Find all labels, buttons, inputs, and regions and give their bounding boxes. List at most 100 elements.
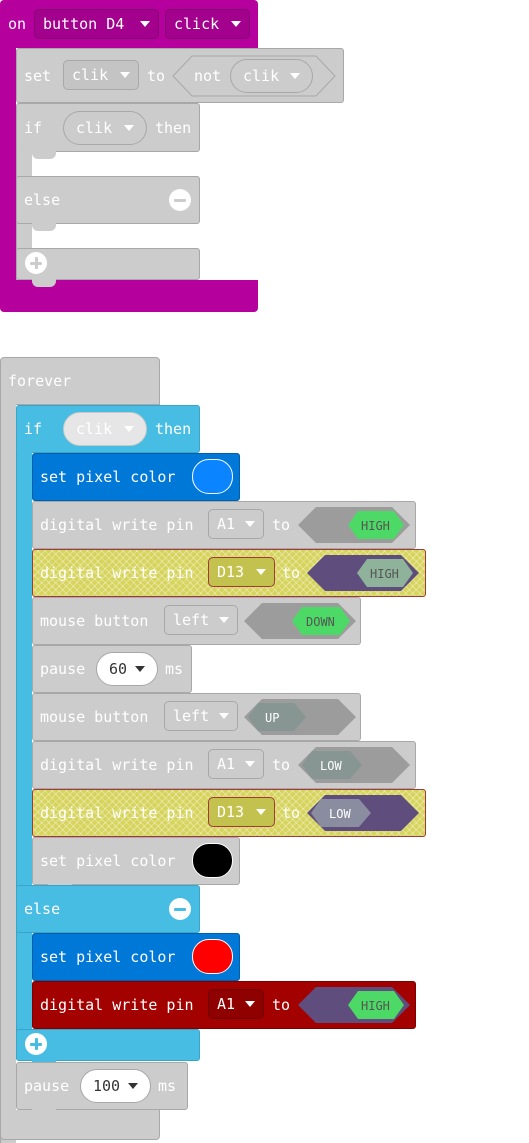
black-color-swatch[interactable] (192, 843, 233, 878)
digital-write-label: digital write pin (40, 756, 194, 774)
ms-label: ms (158, 1077, 177, 1095)
pause-duration-dropdown[interactable]: 60 (96, 652, 158, 686)
add-else-if-icon[interactable] (25, 1033, 47, 1055)
set-pixel-label: set pixel color (40, 468, 176, 486)
chevron-down-icon (290, 73, 300, 79)
forever-spine (0, 403, 16, 1143)
pin-dropdown-d13[interactable]: D13 (208, 557, 275, 587)
add-else-if-icon[interactable] (25, 252, 47, 274)
if-notch (32, 151, 56, 159)
pause-duration-value: 100 (93, 1077, 121, 1095)
variable-dropdown[interactable]: clik (63, 60, 139, 90)
event-block-spine (0, 48, 16, 282)
high-value-label: HIGH (361, 519, 390, 533)
digital-write-label: digital write pin (40, 996, 194, 1014)
pin-dropdown-a1[interactable]: A1 (208, 749, 264, 779)
up-value-block[interactable] (244, 699, 356, 735)
down-value-block[interactable] (244, 603, 356, 639)
variable-dropdown-label: clik (72, 66, 109, 84)
if-condition-dropdown[interactable]: clik (63, 412, 147, 446)
footer-notch (32, 279, 56, 287)
up-value-label: UP (265, 711, 280, 725)
button-dropdown-label: button D4 (43, 15, 125, 33)
pin-label: A1 (217, 515, 236, 533)
blue-color-swatch[interactable] (192, 459, 233, 494)
pause-label: pause (24, 1077, 70, 1095)
chevron-down-icon (124, 125, 134, 131)
pin-dropdown-a1[interactable]: A1 (208, 509, 264, 539)
button-dropdown[interactable]: button D4 (34, 9, 159, 39)
chevron-down-icon (256, 569, 266, 575)
chevron-down-icon (219, 713, 229, 719)
mouse-button-label: mouse button (40, 612, 149, 630)
chevron-down-icon (140, 21, 150, 27)
chevron-down-icon (256, 809, 266, 815)
down-value-label: DOWN (306, 615, 335, 629)
to-label: to (272, 996, 291, 1014)
to-label: to (282, 804, 301, 822)
then-label: then (155, 119, 192, 137)
pin-label: D13 (217, 803, 245, 821)
else-label: else (24, 900, 61, 918)
then-label: then (155, 420, 192, 438)
forever-block[interactable]: forever if clik then set pixel color dig… (0, 357, 429, 1143)
digital-write-label: digital write pin (40, 516, 194, 534)
pin-dropdown-a1[interactable]: A1 (208, 989, 264, 1019)
pin-label: A1 (217, 755, 236, 773)
high-value-label: HIGH (361, 999, 390, 1013)
action-dropdown[interactable]: click (165, 9, 250, 39)
pin-label: A1 (217, 995, 236, 1013)
remove-else-icon[interactable] (169, 189, 191, 211)
low-value-block[interactable] (298, 747, 410, 783)
pause-duration-value: 60 (109, 660, 128, 678)
mouse-button-dropdown[interactable]: left (164, 605, 238, 635)
mouse-button-value: left (173, 707, 210, 725)
mouse-button-dropdown[interactable]: left (164, 701, 238, 731)
chevron-down-icon (231, 21, 241, 27)
forever-label: forever (8, 372, 72, 390)
if-condition-label: clik (76, 119, 113, 137)
if-condition-label: clik (76, 420, 113, 438)
high-value-block[interactable] (298, 507, 410, 543)
low-value-block[interactable] (307, 795, 419, 831)
on-label: on (8, 15, 27, 33)
not-variable-label: clik (243, 67, 280, 85)
high-value-block[interactable] (298, 987, 410, 1023)
mouse-button-value: left (173, 611, 210, 629)
low-value-label: LOW (320, 759, 342, 773)
pause-duration-dropdown[interactable]: 100 (80, 1069, 151, 1103)
chevron-down-icon (245, 761, 255, 767)
chevron-down-icon (120, 72, 130, 78)
not-label: not (194, 67, 222, 85)
set-pixel-label: set pixel color (40, 852, 176, 870)
to-label: to (272, 756, 291, 774)
to-label: to (147, 67, 166, 85)
pause-label: pause (40, 660, 86, 678)
if-label: if (24, 420, 43, 438)
if-label: if (24, 119, 43, 137)
on-button-event-block[interactable]: on button D4 click set clik to not clik … (0, 0, 344, 312)
set-label: set (24, 67, 52, 85)
else-notch (32, 223, 56, 231)
high-value-block[interactable] (307, 555, 419, 591)
not-variable-dropdown[interactable]: clik (230, 59, 313, 93)
set-pixel-label: set pixel color (40, 948, 176, 966)
digital-write-label: digital write pin (40, 804, 194, 822)
ms-label: ms (165, 660, 184, 678)
action-dropdown-label: click (174, 15, 220, 33)
low-value-label: LOW (329, 807, 351, 821)
if-block-spine (16, 451, 32, 1059)
if-condition-dropdown[interactable]: clik (63, 111, 147, 145)
to-label: to (282, 564, 301, 582)
red-color-swatch[interactable] (192, 939, 233, 974)
chevron-down-icon (245, 521, 255, 527)
chevron-down-icon (124, 426, 134, 432)
remove-else-icon[interactable] (169, 898, 191, 920)
pin-label: D13 (217, 563, 245, 581)
chevron-down-icon (128, 1083, 138, 1089)
chevron-down-icon (219, 617, 229, 623)
pin-dropdown-d13[interactable]: D13 (208, 797, 275, 827)
chevron-down-icon (135, 666, 145, 672)
else-label: else (24, 191, 61, 209)
to-label: to (272, 516, 291, 534)
